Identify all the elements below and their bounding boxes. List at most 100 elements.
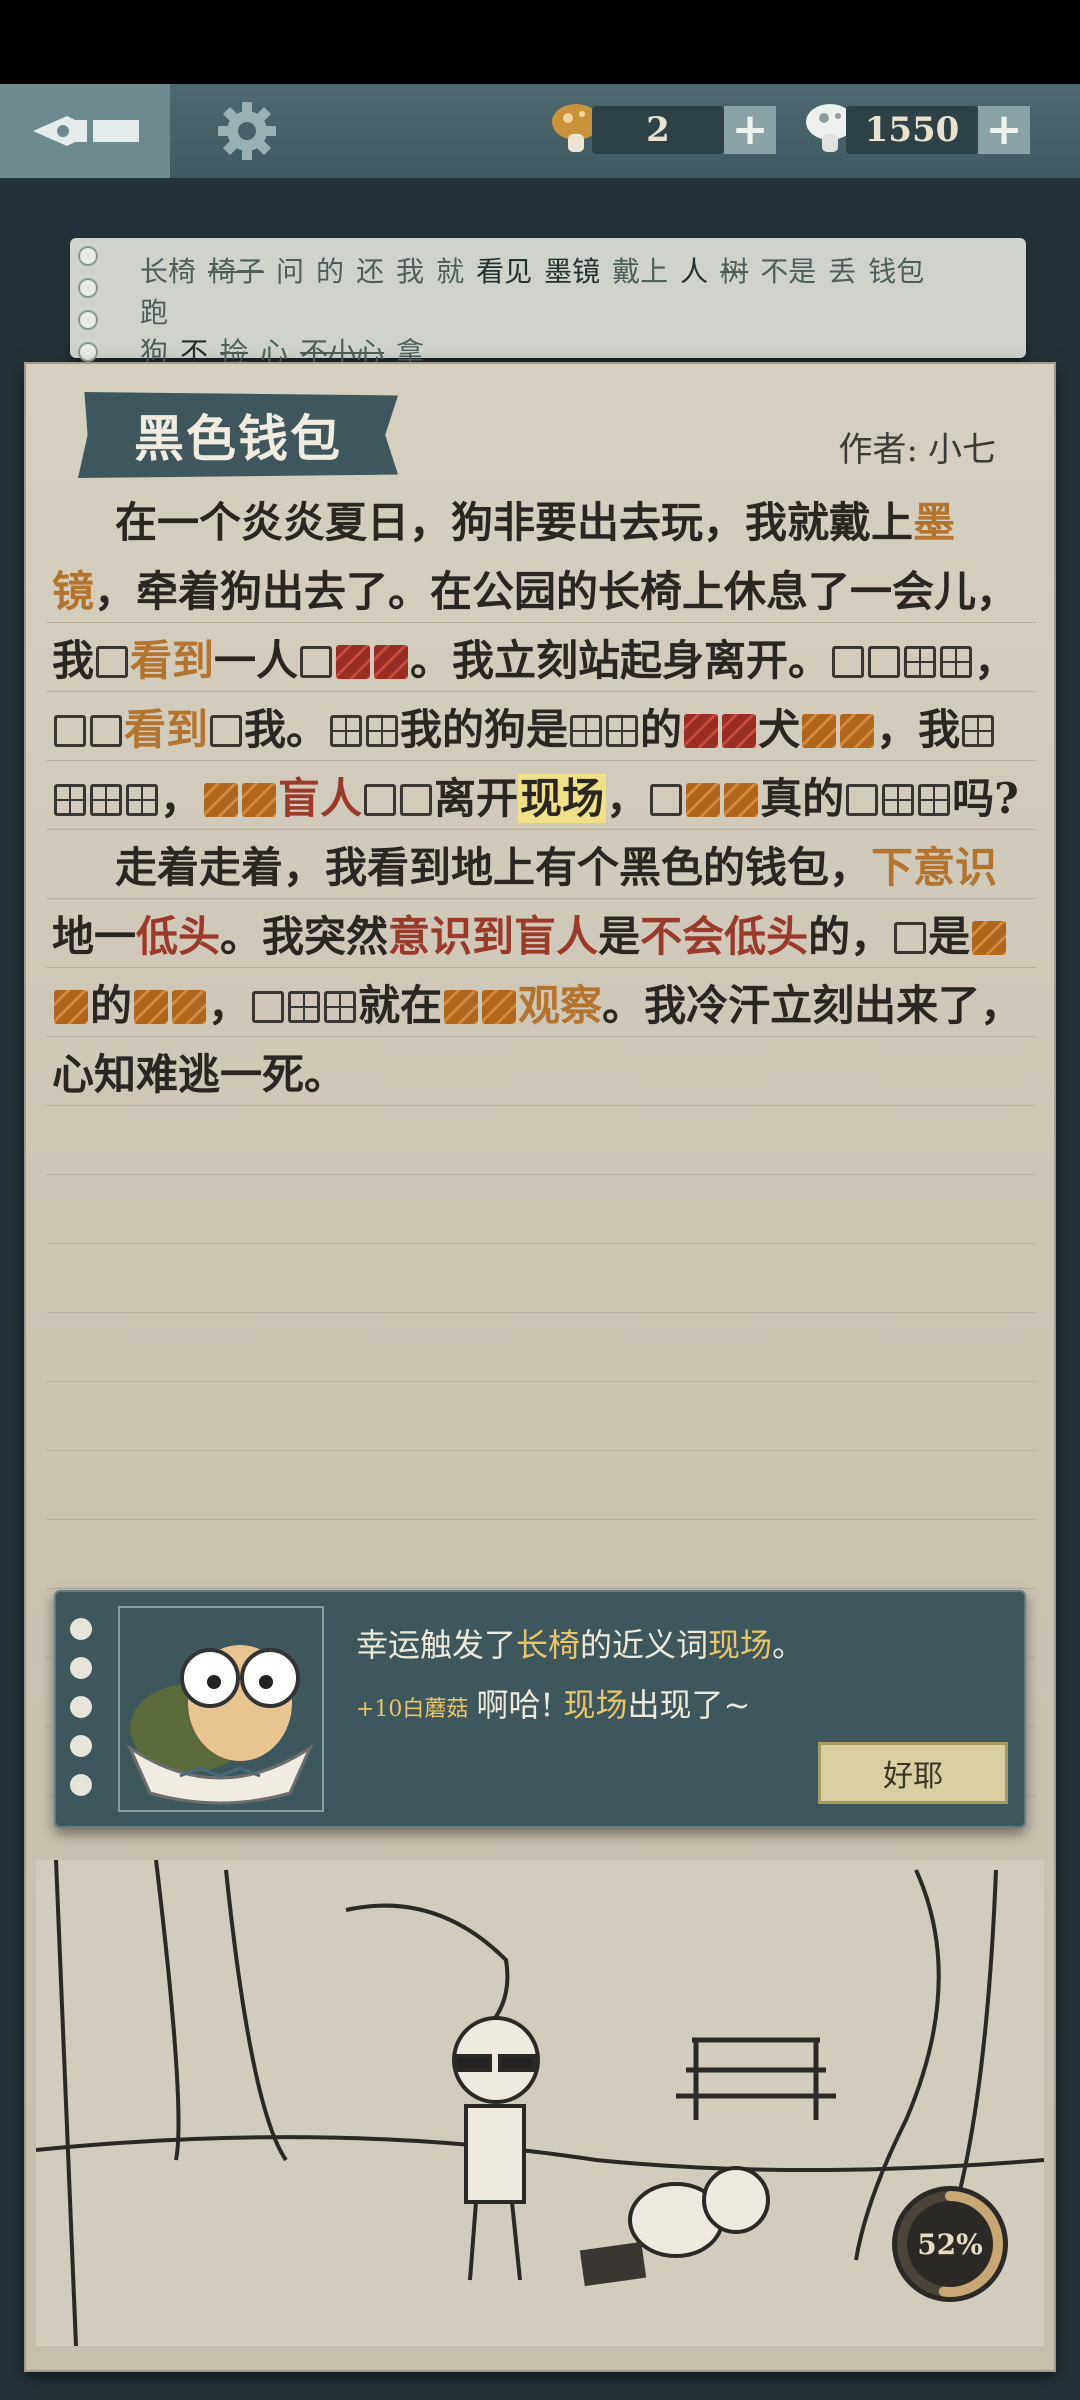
story-text-segment: 的: [90, 981, 133, 1030]
blank-box[interactable]: [90, 715, 122, 747]
blank-box[interactable]: [210, 715, 243, 747]
hatched-hint-box[interactable]: [204, 783, 239, 817]
popup-message-1: 幸运触发了长椅的近义词现场。: [356, 1620, 804, 1666]
popup-keyword: 现场: [563, 1686, 628, 1724]
story-text-segment: 真的: [760, 774, 845, 823]
blank-box[interactable]: [650, 784, 683, 816]
hint-word[interactable]: 看见: [476, 255, 532, 288]
story-text-segment: 的，: [808, 912, 893, 961]
story-text-segment: 是: [598, 912, 641, 961]
hatched-hint-box[interactable]: [242, 783, 277, 817]
popup-text: 出现了~: [627, 1686, 751, 1724]
blank-box[interactable]: [54, 715, 86, 747]
story-text-segment: ，: [208, 981, 251, 1030]
hatched-hint-box[interactable]: [54, 990, 88, 1024]
blank-box[interactable]: [882, 784, 915, 816]
hatched-hint-box[interactable]: [686, 783, 721, 817]
blank-box[interactable]: [400, 784, 433, 816]
hatched-hint-box[interactable]: [684, 714, 719, 748]
filled-word: 下意识: [871, 843, 998, 892]
blank-box[interactable]: [846, 784, 879, 816]
hint-word[interactable]: 的: [316, 255, 344, 288]
story-text-segment: 我的狗是: [400, 705, 569, 754]
blank-box[interactable]: [252, 991, 285, 1023]
avatar-frame: [118, 1606, 324, 1812]
story-text-segment: 离开: [434, 774, 519, 823]
turtle-with-glasses-icon: [126, 1645, 314, 1805]
hatched-hint-box[interactable]: [134, 990, 169, 1024]
blank-box[interactable]: [324, 991, 357, 1023]
blank-box[interactable]: [570, 715, 603, 747]
hint-word[interactable]: 人: [680, 255, 708, 288]
hint-word[interactable]: 还: [356, 255, 384, 288]
story-text-segment: ，: [606, 774, 649, 823]
settings-button[interactable]: [216, 100, 278, 162]
story-paragraph-2: 走着走着，我看到地上有个黑色的钱包，下意识地一低头。我突然意识到盲人是不会低头的…: [52, 833, 1032, 1109]
hatched-hint-box[interactable]: [802, 714, 837, 748]
hint-word[interactable]: 不是: [760, 255, 816, 288]
hint-word[interactable]: 丢: [828, 255, 856, 288]
blank-box[interactable]: [832, 646, 865, 678]
blank-box[interactable]: [330, 715, 363, 747]
confirm-button[interactable]: 好耶: [818, 1742, 1008, 1804]
story-text-segment: ，: [160, 774, 203, 823]
hint-word[interactable]: 椅子: [208, 255, 264, 288]
story-text-segment: 一人: [214, 636, 299, 685]
story-text-segment: 。我立刻站起身离开。: [410, 636, 831, 685]
blank-box[interactable]: [90, 784, 122, 816]
story-title: 黑色钱包: [78, 392, 398, 478]
blank-box[interactable]: [364, 784, 397, 816]
author-name: 小七: [928, 430, 996, 470]
blank-box[interactable]: [288, 991, 321, 1023]
hint-word[interactable]: 树: [720, 255, 748, 288]
blank-box[interactable]: [918, 784, 951, 816]
hint-word[interactable]: 跑: [140, 296, 168, 329]
popup-message-2: +10白蘑菇 啊哈! 现场出现了~: [356, 1680, 750, 1726]
filled-word: 意识到: [388, 912, 515, 961]
hint-word[interactable]: 就: [436, 255, 464, 288]
add-brown-mushroom-button[interactable]: +: [724, 106, 776, 154]
hint-word[interactable]: 戴上: [612, 255, 668, 288]
hatched-hint-box[interactable]: [722, 714, 757, 748]
blank-box[interactable]: [126, 784, 158, 816]
blank-box[interactable]: [962, 715, 995, 747]
hatched-hint-box[interactable]: [374, 645, 409, 679]
blank-box[interactable]: [300, 646, 333, 678]
blank-box[interactable]: [96, 646, 129, 678]
hint-word[interactable]: 钱包: [868, 255, 924, 288]
popup-text: 。: [772, 1626, 805, 1664]
story-text-segment: 地一: [52, 912, 137, 961]
hatched-hint-box[interactable]: [972, 921, 1007, 955]
popup-text: 啊哈!: [476, 1686, 554, 1724]
hint-word[interactable]: 问: [276, 255, 304, 288]
blank-box[interactable]: [894, 922, 927, 954]
hint-word[interactable]: 我: [396, 255, 424, 288]
blank-box[interactable]: [940, 646, 973, 678]
add-white-mushroom-button[interactable]: +: [978, 106, 1030, 154]
hatched-hint-box[interactable]: [840, 714, 875, 748]
blank-box[interactable]: [366, 715, 399, 747]
progress-ring: 52%: [892, 2186, 1008, 2302]
blank-box[interactable]: [868, 646, 901, 678]
filled-word: 看到: [130, 636, 215, 685]
blank-box[interactable]: [54, 784, 86, 816]
blank-box[interactable]: [904, 646, 937, 678]
hint-word[interactable]: 墨镜: [544, 255, 600, 288]
hint-word[interactable]: 长椅: [140, 255, 196, 288]
blank-box[interactable]: [606, 715, 639, 747]
pen-nib-back-icon: [33, 116, 139, 146]
hatched-hint-box[interactable]: [172, 990, 207, 1024]
binding-holes: [78, 246, 98, 374]
hatched-hint-box[interactable]: [336, 645, 371, 679]
popup-keyword: 长椅: [516, 1626, 581, 1664]
top-bar: 2 + 1550 +: [0, 84, 1080, 178]
hatched-hint-box[interactable]: [444, 990, 479, 1024]
story-text: 在一个炎炎夏日，狗非要出去玩，我就戴上墨镜，牵着狗出去了。在公园的长椅上休息了一…: [52, 488, 1032, 1109]
back-button[interactable]: [0, 84, 170, 178]
story-text-segment: 犬: [758, 705, 801, 754]
hatched-hint-box[interactable]: [482, 990, 517, 1024]
author-label: 作者:: [838, 430, 918, 470]
hatched-hint-box[interactable]: [724, 783, 759, 817]
brown-mushroom-count: 2: [592, 106, 724, 154]
white-mushroom-count: 1550: [846, 106, 978, 154]
